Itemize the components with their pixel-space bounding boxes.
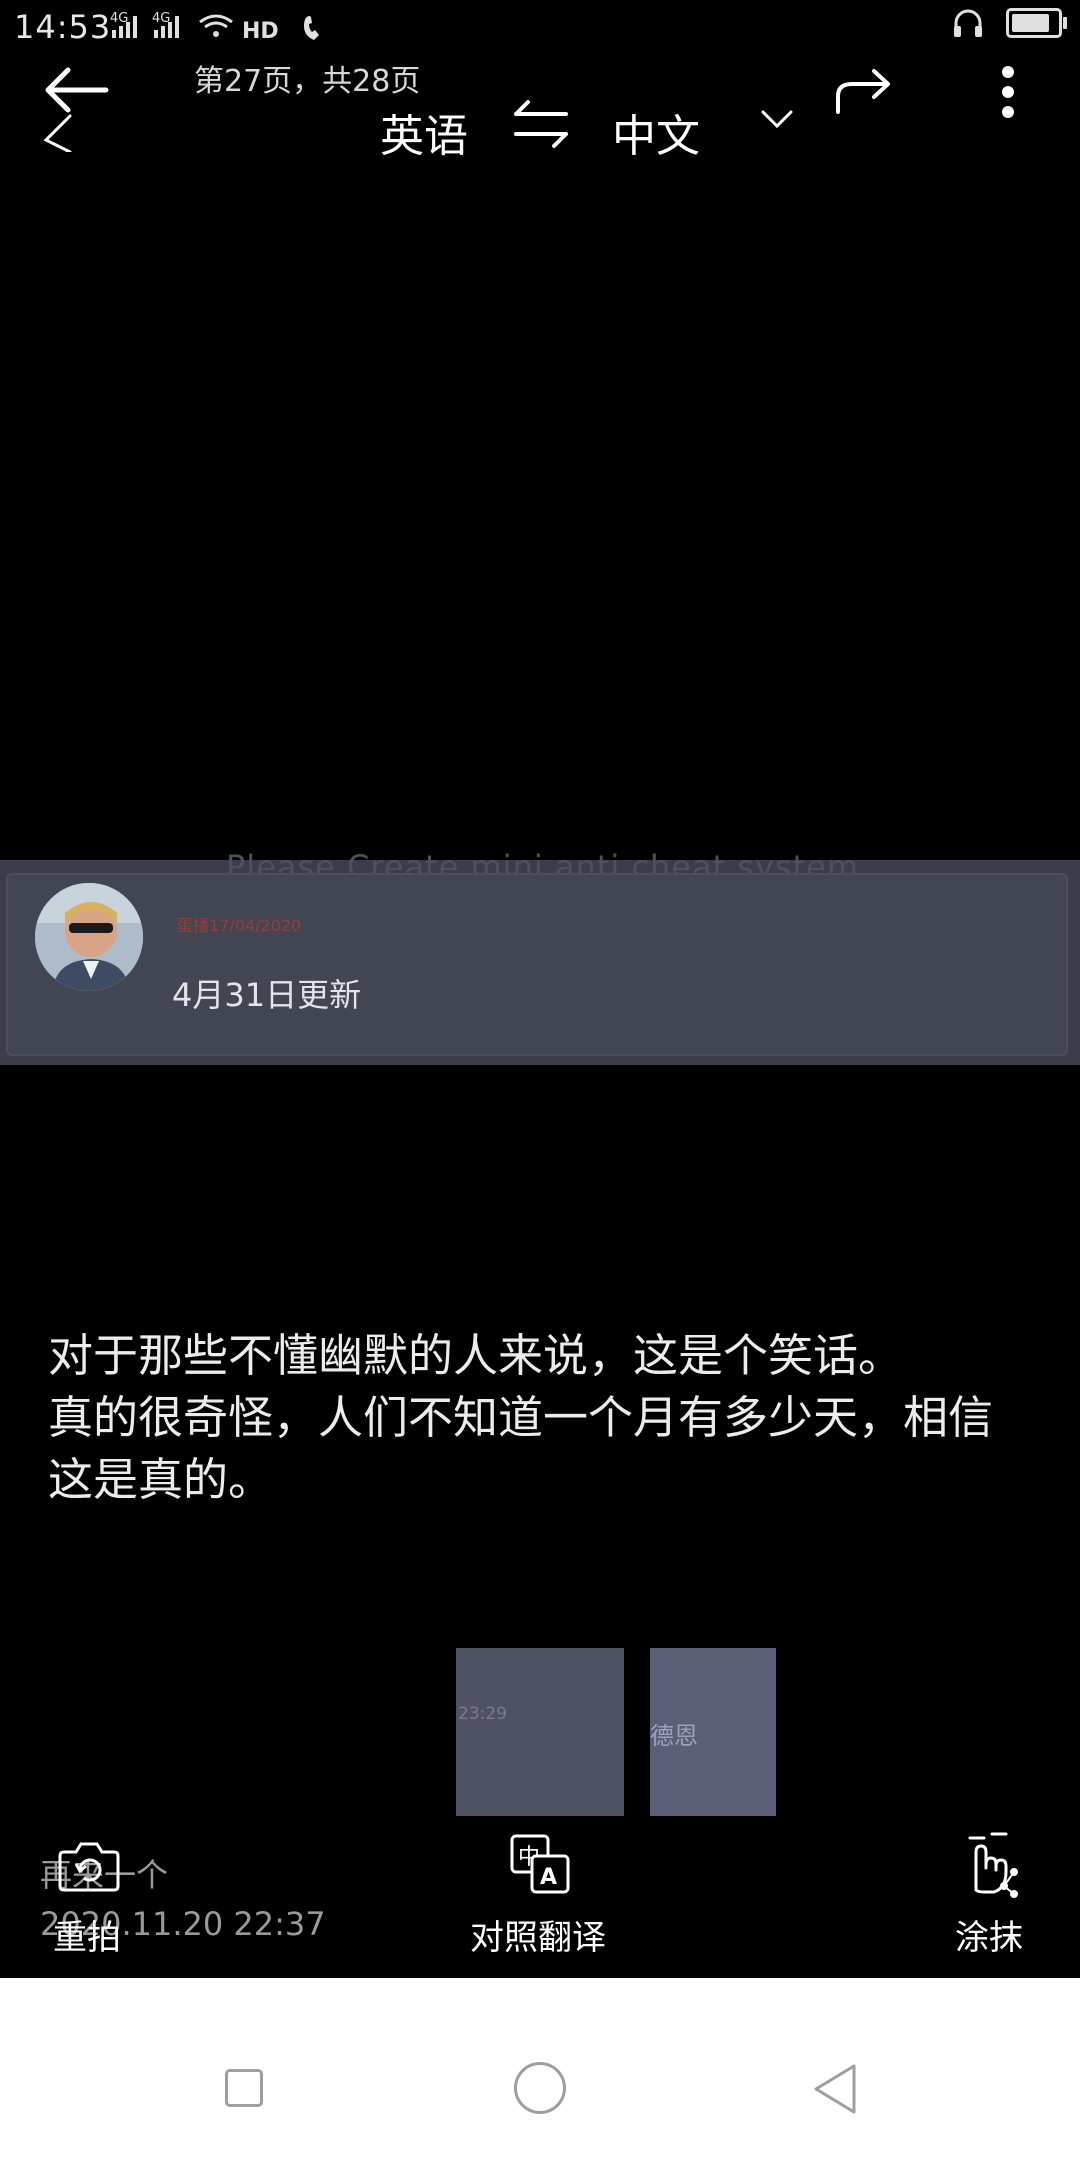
back-arrow-icon[interactable] — [40, 62, 110, 152]
home-button[interactable] — [514, 2062, 566, 2114]
thumbnail-text: 23:29 — [458, 1704, 507, 1724]
comment-update-text: 4月31日更新 — [172, 976, 362, 1014]
battery-icon — [1006, 8, 1067, 38]
signal-icon: 4G 4G HD — [110, 11, 319, 44]
translated-paragraph: 对于那些不懂幽默的人来说，这是个笑话。 — [48, 1329, 904, 1382]
smear-button[interactable]: 涂抹 — [955, 1910, 1023, 1959]
avatar-image — [35, 883, 143, 991]
svg-text:4G: 4G — [152, 11, 170, 26]
thumbnail-image[interactable]: 23:29 — [456, 1648, 624, 1816]
translated-text-block: 对于那些不懂幽默的人来说，这是个笑话。 真的很奇怪，人们不知道一个月有多少天，相… — [48, 1325, 1008, 1511]
smear-hand-icon[interactable] — [958, 1830, 1028, 1900]
headphones-icon — [954, 9, 982, 37]
recent-apps-button[interactable] — [225, 2069, 263, 2107]
status-time: 14:53 — [14, 8, 112, 46]
comment-meta: 蛋播17/04/2020 — [177, 916, 302, 935]
avatar — [35, 883, 143, 991]
svg-text:4G: 4G — [110, 11, 128, 26]
nav-back-icon[interactable] — [810, 2062, 860, 2116]
battery-fill — [1012, 14, 1049, 32]
svg-text:HD: HD — [242, 19, 279, 44]
status-right — [952, 8, 1067, 38]
swap-languages-icon[interactable] — [512, 96, 570, 152]
target-language-selector[interactable]: 中文 — [612, 100, 700, 164]
thumbnail-image[interactable]: 德恩 — [650, 1648, 776, 1816]
more-options-icon[interactable] — [998, 64, 1018, 120]
comment-card — [6, 873, 1068, 1056]
translated-paragraph: 真的很奇怪，人们不知道一个月有多少天，相信这是真的。 — [48, 1391, 994, 1506]
share-arrow-icon[interactable] — [834, 68, 894, 118]
svg-text:A: A — [540, 1865, 557, 1890]
retake-camera-icon[interactable] — [58, 1840, 120, 1892]
source-language-selector[interactable]: 英语 — [380, 100, 468, 164]
network-status-icons: 4G 4G HD — [110, 8, 350, 50]
retake-button[interactable]: 重拍 — [53, 1910, 121, 1959]
page-indicator: 第27页，共28页 — [194, 64, 421, 99]
compare-translate-icon[interactable]: 中 A — [510, 1834, 570, 1894]
thumbnail-text: 德恩 — [650, 1722, 698, 1750]
chevron-down-icon[interactable] — [760, 108, 794, 130]
compare-translate-button[interactable]: 对照翻译 — [470, 1910, 606, 1959]
